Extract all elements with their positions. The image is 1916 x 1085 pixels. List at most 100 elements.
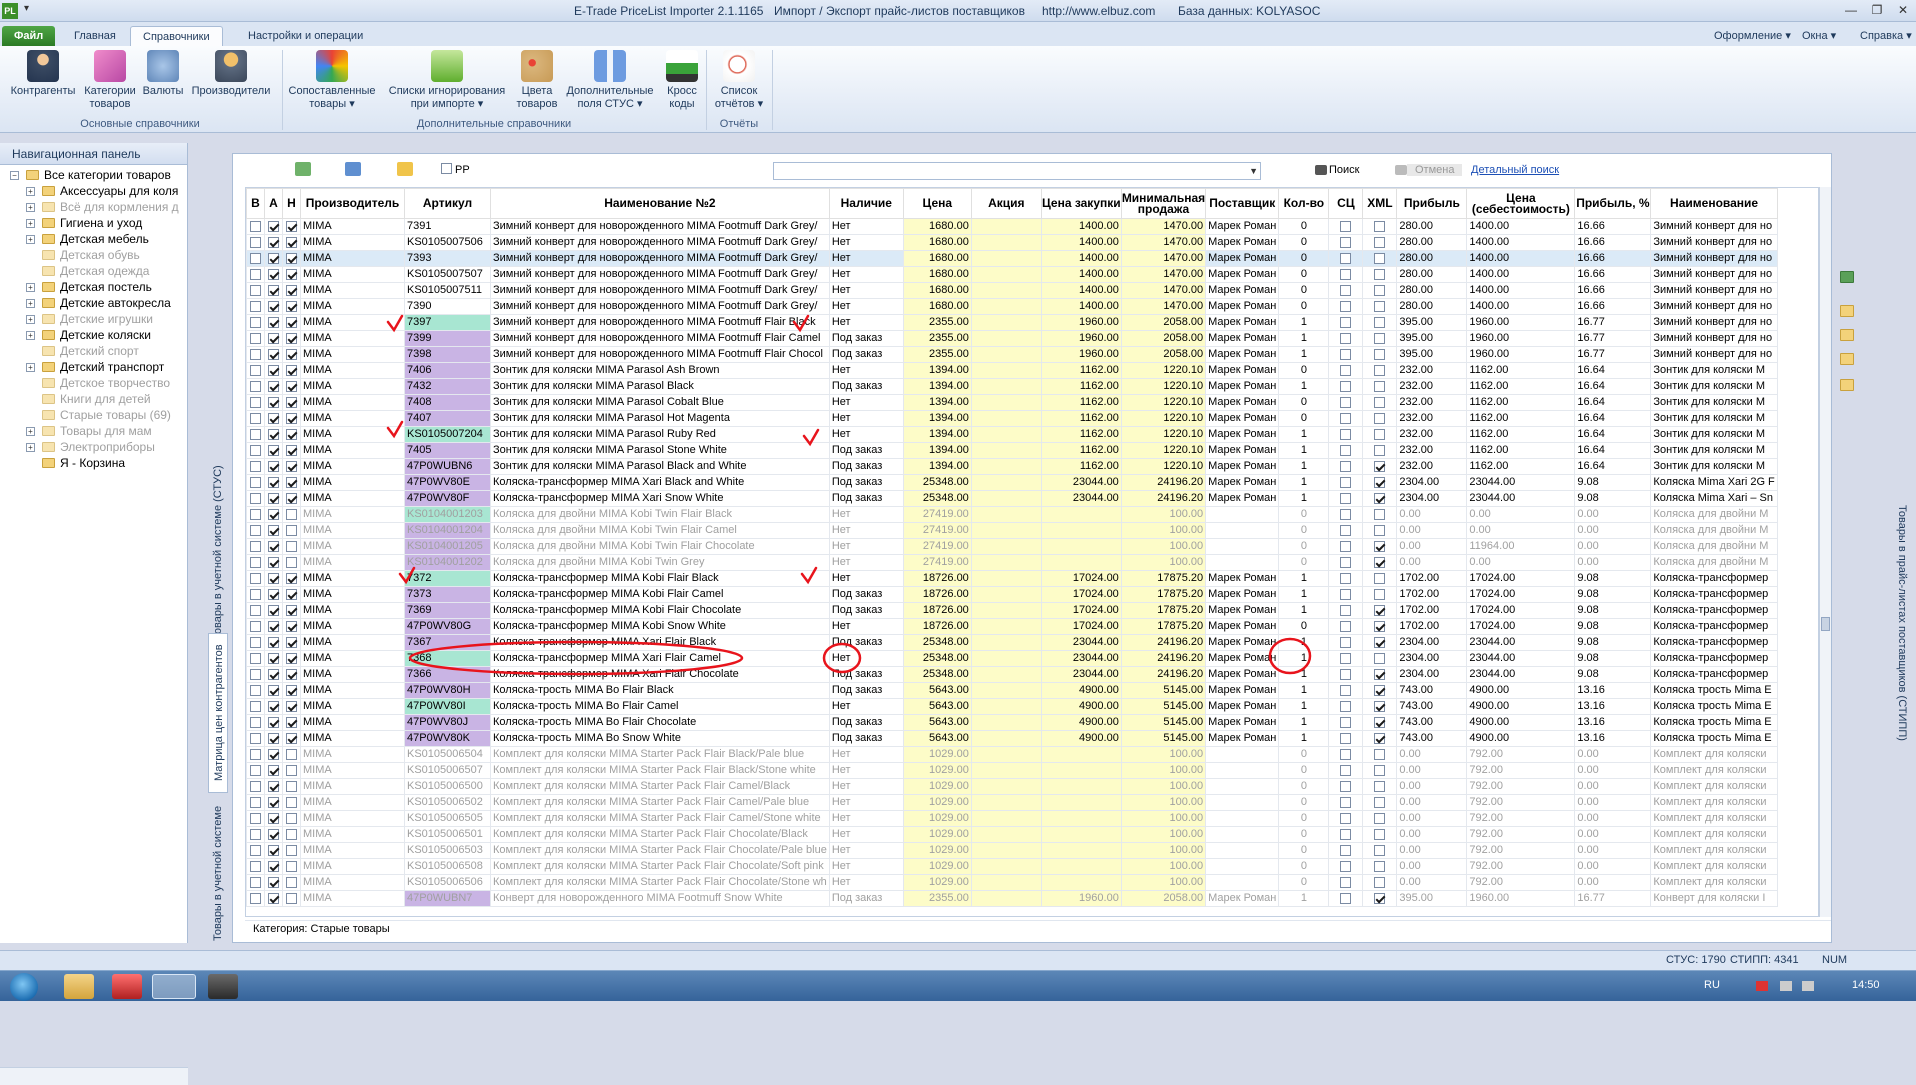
cell-price[interactable]: 18726.00 bbox=[902, 570, 972, 587]
cell-price[interactable]: 1394.00 bbox=[902, 426, 972, 443]
cell-manufacturer[interactable]: MIMA bbox=[300, 666, 405, 683]
cell-a[interactable] bbox=[264, 602, 283, 619]
cell-cost-price[interactable]: 1400.00 bbox=[1466, 218, 1576, 235]
cell-v[interactable] bbox=[246, 394, 265, 411]
cell-n[interactable] bbox=[282, 458, 301, 475]
row-checkbox[interactable] bbox=[250, 300, 261, 312]
cell-cost-price[interactable]: 4900.00 bbox=[1466, 682, 1576, 699]
cell-promo[interactable] bbox=[970, 714, 1042, 731]
cell-xml[interactable] bbox=[1362, 762, 1398, 779]
cell-xml[interactable] bbox=[1362, 410, 1398, 427]
row-checkbox[interactable] bbox=[268, 508, 279, 520]
menu-windows[interactable]: Окна ▾ bbox=[1802, 29, 1836, 42]
row-checkbox[interactable] bbox=[1340, 524, 1352, 536]
cell-v[interactable] bbox=[246, 298, 265, 315]
cell-sc[interactable] bbox=[1328, 282, 1364, 299]
cell-name[interactable]: Коляска-трансформер bbox=[1650, 666, 1778, 683]
row-checkbox[interactable] bbox=[250, 476, 261, 488]
cell-a[interactable] bbox=[264, 330, 283, 347]
cell-sc[interactable] bbox=[1328, 858, 1364, 875]
cell-a[interactable] bbox=[264, 666, 283, 683]
cell-profit-percent[interactable]: 16.64 bbox=[1574, 442, 1652, 459]
cell-manufacturer[interactable]: MIMA bbox=[300, 890, 405, 907]
pp-checkbox[interactable] bbox=[441, 163, 452, 174]
cell-n[interactable] bbox=[282, 826, 301, 843]
cell-xml[interactable] bbox=[1362, 234, 1398, 251]
cell-manufacturer[interactable]: MIMA bbox=[300, 650, 405, 667]
cell-profit[interactable]: 280.00 bbox=[1396, 266, 1468, 283]
cell-name[interactable]: Комплект для коляски bbox=[1650, 794, 1778, 811]
cell-supplier[interactable]: Марек Роман bbox=[1205, 602, 1280, 619]
cell-purchase-price[interactable]: 23044.00 bbox=[1040, 666, 1122, 683]
cell-v[interactable] bbox=[246, 666, 265, 683]
cell-manufacturer[interactable]: MIMA bbox=[300, 522, 405, 539]
cell-a[interactable] bbox=[264, 522, 283, 539]
cell-n[interactable] bbox=[282, 586, 301, 603]
cell-a[interactable] bbox=[264, 442, 283, 459]
cell-quantity[interactable]: 0 bbox=[1278, 826, 1330, 843]
cell-quantity[interactable]: 0 bbox=[1278, 794, 1330, 811]
row-checkbox[interactable] bbox=[1374, 540, 1386, 552]
cell-name[interactable]: Зимний конверт для но bbox=[1650, 314, 1778, 331]
cell-sc[interactable] bbox=[1328, 410, 1364, 427]
cell-name[interactable]: Комплект для коляски bbox=[1650, 858, 1778, 875]
row-checkbox[interactable] bbox=[286, 572, 297, 584]
cell-a[interactable] bbox=[264, 890, 283, 907]
row-checkbox[interactable] bbox=[268, 876, 279, 888]
cell-price[interactable]: 1029.00 bbox=[902, 858, 972, 875]
cell-price[interactable]: 2355.00 bbox=[902, 314, 972, 331]
cell-article[interactable]: 47P0WV80E bbox=[404, 474, 491, 491]
cell-promo[interactable] bbox=[970, 538, 1042, 555]
row-checkbox[interactable] bbox=[268, 284, 279, 296]
row-checkbox[interactable] bbox=[1374, 364, 1386, 376]
cell-cost-price[interactable]: 0.00 bbox=[1466, 554, 1576, 571]
cell-availability[interactable]: Нет bbox=[828, 506, 904, 523]
row-checkbox[interactable] bbox=[286, 396, 297, 408]
cell-article[interactable]: 7432 bbox=[404, 378, 491, 395]
cell-xml[interactable] bbox=[1362, 394, 1398, 411]
cell-promo[interactable] bbox=[970, 890, 1042, 907]
cell-profit-percent[interactable]: 0.00 bbox=[1574, 554, 1652, 571]
row-checkbox[interactable] bbox=[268, 524, 279, 536]
tab-file[interactable]: Файл bbox=[2, 26, 56, 46]
cell-article[interactable]: KS0105007204 bbox=[404, 426, 491, 443]
cell-cost-price[interactable]: 1400.00 bbox=[1466, 266, 1576, 283]
cell-article[interactable]: 7369 bbox=[404, 602, 491, 619]
cell-quantity[interactable]: 0 bbox=[1278, 522, 1330, 539]
cell-article[interactable]: 7406 bbox=[404, 362, 491, 379]
cell-manufacturer[interactable]: MIMA bbox=[300, 762, 405, 779]
cell-supplier[interactable]: Марек Роман bbox=[1205, 346, 1280, 363]
cell-cost-price[interactable]: 4900.00 bbox=[1466, 698, 1576, 715]
tree-item[interactable]: Детская одежда bbox=[0, 263, 187, 279]
cell-purchase-price[interactable]: 1400.00 bbox=[1040, 298, 1122, 315]
cell-supplier[interactable]: Марек Роман bbox=[1205, 890, 1280, 907]
row-checkbox[interactable] bbox=[286, 588, 297, 600]
cell-name2[interactable]: Комплект для коляски MIMA Starter Pack F… bbox=[490, 858, 830, 875]
row-checkbox[interactable] bbox=[268, 460, 279, 472]
cell-name2[interactable]: Зонтик для коляски MIMA Parasol Cobalt B… bbox=[490, 394, 830, 411]
cell-v[interactable] bbox=[246, 762, 265, 779]
cell-cost-price[interactable]: 23044.00 bbox=[1466, 634, 1576, 651]
cell-xml[interactable] bbox=[1362, 730, 1398, 747]
cell-a[interactable] bbox=[264, 874, 283, 891]
cell-name2[interactable]: Зимний конверт для новорожденного MIMA F… bbox=[490, 250, 830, 267]
cell-quantity[interactable]: 0 bbox=[1278, 282, 1330, 299]
column-header[interactable]: Прибыль, % bbox=[1574, 188, 1652, 219]
cell-cost-price[interactable]: 1960.00 bbox=[1466, 890, 1576, 907]
row-checkbox[interactable] bbox=[1374, 268, 1386, 280]
row-checkbox[interactable] bbox=[286, 860, 297, 872]
cell-article[interactable]: 47P0WV80G bbox=[404, 618, 491, 635]
cell-purchase-price[interactable]: 23044.00 bbox=[1040, 474, 1122, 491]
row-checkbox[interactable] bbox=[1340, 572, 1352, 584]
cell-v[interactable] bbox=[246, 682, 265, 699]
cell-xml[interactable] bbox=[1362, 586, 1398, 603]
cell-article[interactable]: 7367 bbox=[404, 634, 491, 651]
cell-price[interactable]: 5643.00 bbox=[902, 682, 972, 699]
cell-purchase-price[interactable]: 17024.00 bbox=[1040, 618, 1122, 635]
cell-sc[interactable] bbox=[1328, 666, 1364, 683]
row-checkbox[interactable] bbox=[250, 812, 261, 824]
row-checkbox[interactable] bbox=[286, 508, 297, 520]
table-row[interactable]: MIMA 47P0WUBN6 Зонтик для коляски MIMA Par… bbox=[246, 458, 1778, 475]
cell-n[interactable] bbox=[282, 778, 301, 795]
scroll-thumb[interactable] bbox=[1821, 617, 1830, 631]
